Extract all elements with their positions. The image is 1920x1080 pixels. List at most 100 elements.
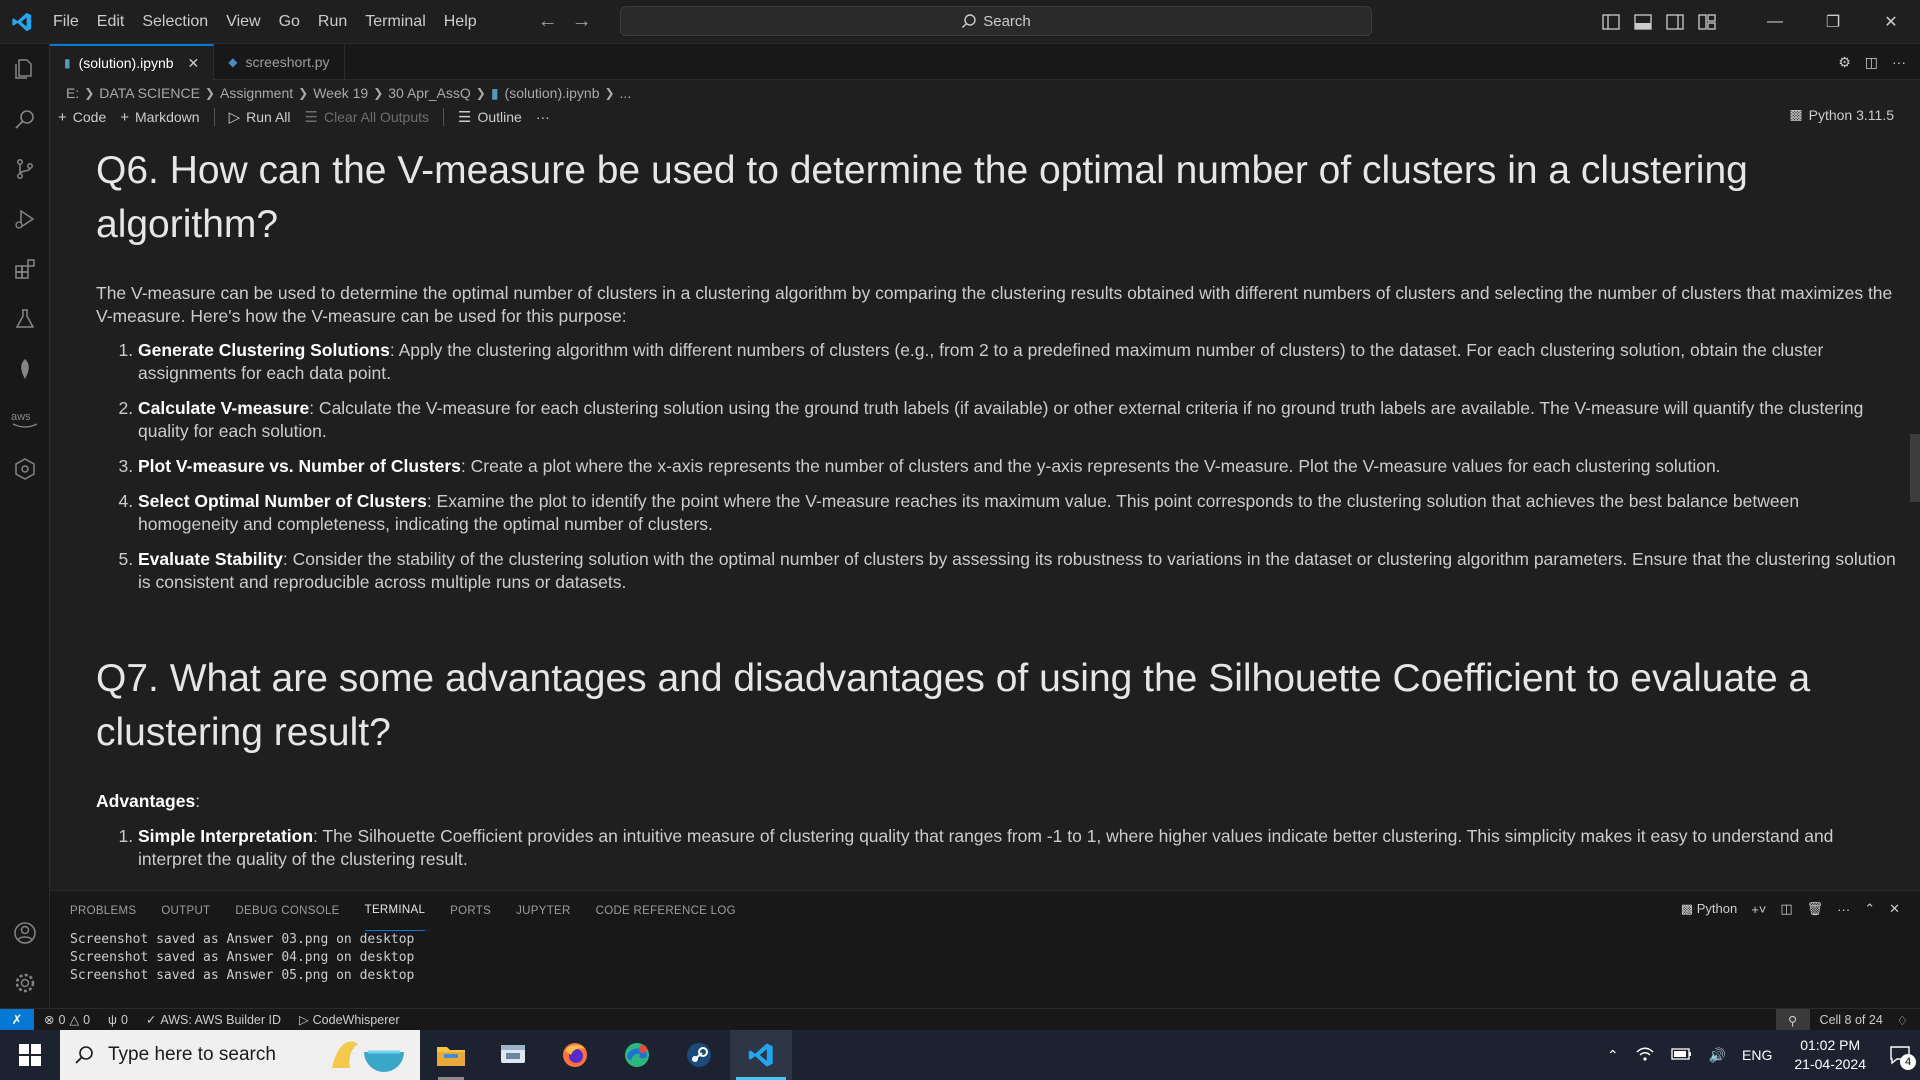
menu-run[interactable]: Run	[309, 0, 356, 44]
breadcrumb-item[interactable]: Assignment	[220, 85, 293, 101]
panel-tab-jupyter[interactable]: JUPYTER	[516, 891, 571, 931]
taskbar-file-explorer[interactable]	[420, 1030, 482, 1080]
taskbar-vscode[interactable]	[730, 1030, 792, 1080]
panel-tab-ports[interactable]: PORTS	[450, 891, 491, 931]
menu-help[interactable]: Help	[435, 0, 486, 44]
split-editor-icon[interactable]: ◫	[1865, 54, 1878, 71]
toolbar-more-button[interactable]: ···	[536, 109, 550, 125]
codewhisperer-status[interactable]: ▷ CodeWhisperer	[299, 1012, 399, 1028]
zoom-search-icon[interactable]: ⚲	[1775, 1009, 1810, 1031]
source-control-icon[interactable]	[0, 144, 50, 194]
ports-status[interactable]: ψ0	[108, 1013, 128, 1027]
run-debug-icon[interactable]	[0, 194, 50, 244]
show-hidden-icons-chevron-up-icon[interactable]: ⌃	[1607, 1047, 1619, 1064]
close-window-button[interactable]: ✕	[1862, 0, 1920, 44]
panel-tab-terminal[interactable]: TERMINAL	[364, 891, 426, 931]
restore-button[interactable]: ❐	[1804, 0, 1862, 44]
customize-layout-icon[interactable]	[1698, 14, 1716, 30]
search-sidebar-icon[interactable]	[0, 94, 50, 144]
panel-more-icon[interactable]: ···	[1837, 902, 1850, 917]
aws-icon[interactable]: aws	[0, 394, 50, 444]
check-icon: ✓	[145, 1013, 157, 1027]
breadcrumb-item[interactable]: ...	[620, 85, 632, 101]
remote-explorer-icon[interactable]	[0, 444, 50, 494]
kernel-picker[interactable]: ▩ Python 3.11.5	[1789, 106, 1894, 123]
menu-edit[interactable]: Edit	[88, 0, 134, 44]
add-code-cell-button[interactable]: + Code	[58, 109, 106, 126]
action-center-notifications-icon[interactable]: 4	[1880, 1030, 1920, 1080]
remote-indicator-icon[interactable]: ✗	[0, 1008, 34, 1031]
list-item: Generate Clustering Solutions: Apply the…	[138, 339, 1896, 385]
clear-all-outputs-button[interactable]: ☰ Clear All Outputs	[305, 108, 430, 126]
explorer-icon[interactable]	[0, 44, 50, 94]
toggle-secondary-sidebar-icon[interactable]	[1666, 14, 1684, 30]
split-terminal-icon[interactable]: ◫	[1780, 901, 1792, 917]
more-actions-icon[interactable]: ···	[1892, 54, 1906, 71]
terminal-shell-selector[interactable]: ▩ Python	[1681, 901, 1737, 917]
menu-file[interactable]: File	[44, 0, 88, 44]
editor-scrollbar[interactable]	[1910, 434, 1920, 502]
markdown-cell-q6-answer[interactable]: The V-measure can be used to determine t…	[96, 282, 1896, 606]
panel-tab-code-reference-log[interactable]: CODE REFERENCE LOG	[596, 891, 736, 931]
aws-status[interactable]: ✓ AWS: AWS Builder ID	[145, 1012, 281, 1028]
panel-tab-debug-console[interactable]: DEBUG CONSOLE	[235, 891, 339, 931]
markdown-cell-q7-answer[interactable]: Advantages: Simple Interpretation: The S…	[96, 790, 1896, 883]
taskbar-steam[interactable]	[668, 1030, 730, 1080]
minimize-button[interactable]: —	[1746, 0, 1804, 44]
menu-view[interactable]: View	[217, 0, 269, 44]
markdown-cell-q7[interactable]: Q7. What are some advantages and disadva…	[96, 652, 1896, 760]
taskbar-app-manager[interactable]	[482, 1030, 544, 1080]
forward-arrow-icon[interactable]: →	[572, 10, 592, 33]
tab-screeshort-py[interactable]: ◆ screeshort.py	[214, 44, 345, 80]
taskbar-edge[interactable]	[606, 1030, 668, 1080]
command-center-search[interactable]: Search	[620, 6, 1372, 36]
back-arrow-icon[interactable]: ←	[538, 10, 558, 33]
maximize-panel-chevron-up-icon[interactable]: ⌃	[1864, 901, 1875, 917]
breadcrumb-item[interactable]: Week 19	[313, 85, 368, 101]
breadcrumb-item[interactable]: E:	[66, 85, 79, 101]
accounts-icon[interactable]	[0, 908, 50, 958]
kill-terminal-trash-icon[interactable]: 🗑	[1807, 901, 1824, 917]
wifi-icon[interactable]	[1635, 1046, 1655, 1065]
close-tab-icon[interactable]: ✕	[188, 55, 200, 72]
panel-tab-output[interactable]: OUTPUT	[161, 891, 210, 931]
panel-tab-problems[interactable]: PROBLEMS	[70, 891, 136, 931]
new-terminal-icon[interactable]: +˅	[1751, 902, 1766, 917]
outline-button[interactable]: ☰ Outline	[458, 108, 522, 126]
toolbar-divider	[213, 108, 215, 126]
cell-indicator[interactable]: Cell 8 of 24	[1820, 1013, 1883, 1027]
terminal-output[interactable]: Screenshot saved as Answer 03.png on des…	[50, 931, 1920, 985]
problems-status[interactable]: ⊗ 0 △ 0	[44, 1012, 90, 1028]
windows-start-icon[interactable]	[0, 1030, 60, 1080]
clock-time: 01:02 PM	[1800, 1037, 1861, 1053]
input-language[interactable]: ENG	[1742, 1047, 1772, 1063]
breadcrumb-item[interactable]: (solution).ipynb	[505, 85, 600, 101]
battery-icon[interactable]	[1670, 1047, 1693, 1064]
menu-terminal[interactable]: Terminal	[356, 0, 434, 44]
breadcrumb-item[interactable]: 30 Apr_AssQ	[388, 85, 471, 101]
step-title: Generate Clustering Solutions	[138, 340, 390, 360]
run-all-button[interactable]: ▷ Run All	[229, 108, 291, 126]
shell-label: Python	[1696, 901, 1738, 916]
taskbar-search-box[interactable]: Type here to search	[60, 1030, 420, 1080]
menu-go[interactable]: Go	[270, 0, 309, 44]
notebook-settings-gear-icon[interactable]: ⚙	[1838, 54, 1851, 71]
taskbar-clock[interactable]: 01:02 PM 21-04-2024	[1794, 1036, 1866, 1074]
menu-selection[interactable]: Selection	[133, 0, 217, 44]
toggle-panel-icon[interactable]	[1634, 14, 1652, 30]
notifications-bell-icon[interactable]: ♢	[1897, 1013, 1908, 1028]
toggle-primary-sidebar-icon[interactable]	[1602, 14, 1620, 30]
markdown-cell-q6[interactable]: Q6. How can the V-measure be used to det…	[96, 144, 1896, 252]
settings-gear-icon[interactable]	[0, 958, 50, 1008]
breadcrumb-item[interactable]: DATA SCIENCE	[99, 85, 200, 101]
extensions-icon[interactable]	[0, 244, 50, 294]
tab-solution-notebook[interactable]: ▮ (solution).ipynb ✕	[50, 44, 215, 80]
list-item: Simple Interpretation: The Silhouette Co…	[138, 825, 1896, 871]
taskbar-firefox[interactable]	[544, 1030, 606, 1080]
testing-flask-icon[interactable]	[0, 294, 50, 344]
mongodb-leaf-icon[interactable]	[0, 344, 50, 394]
add-markdown-cell-button[interactable]: + Markdown	[120, 109, 199, 126]
more-label: ···	[535, 109, 550, 125]
close-panel-icon[interactable]: ✕	[1889, 901, 1900, 917]
volume-icon[interactable]: 🔊	[1709, 1047, 1726, 1064]
